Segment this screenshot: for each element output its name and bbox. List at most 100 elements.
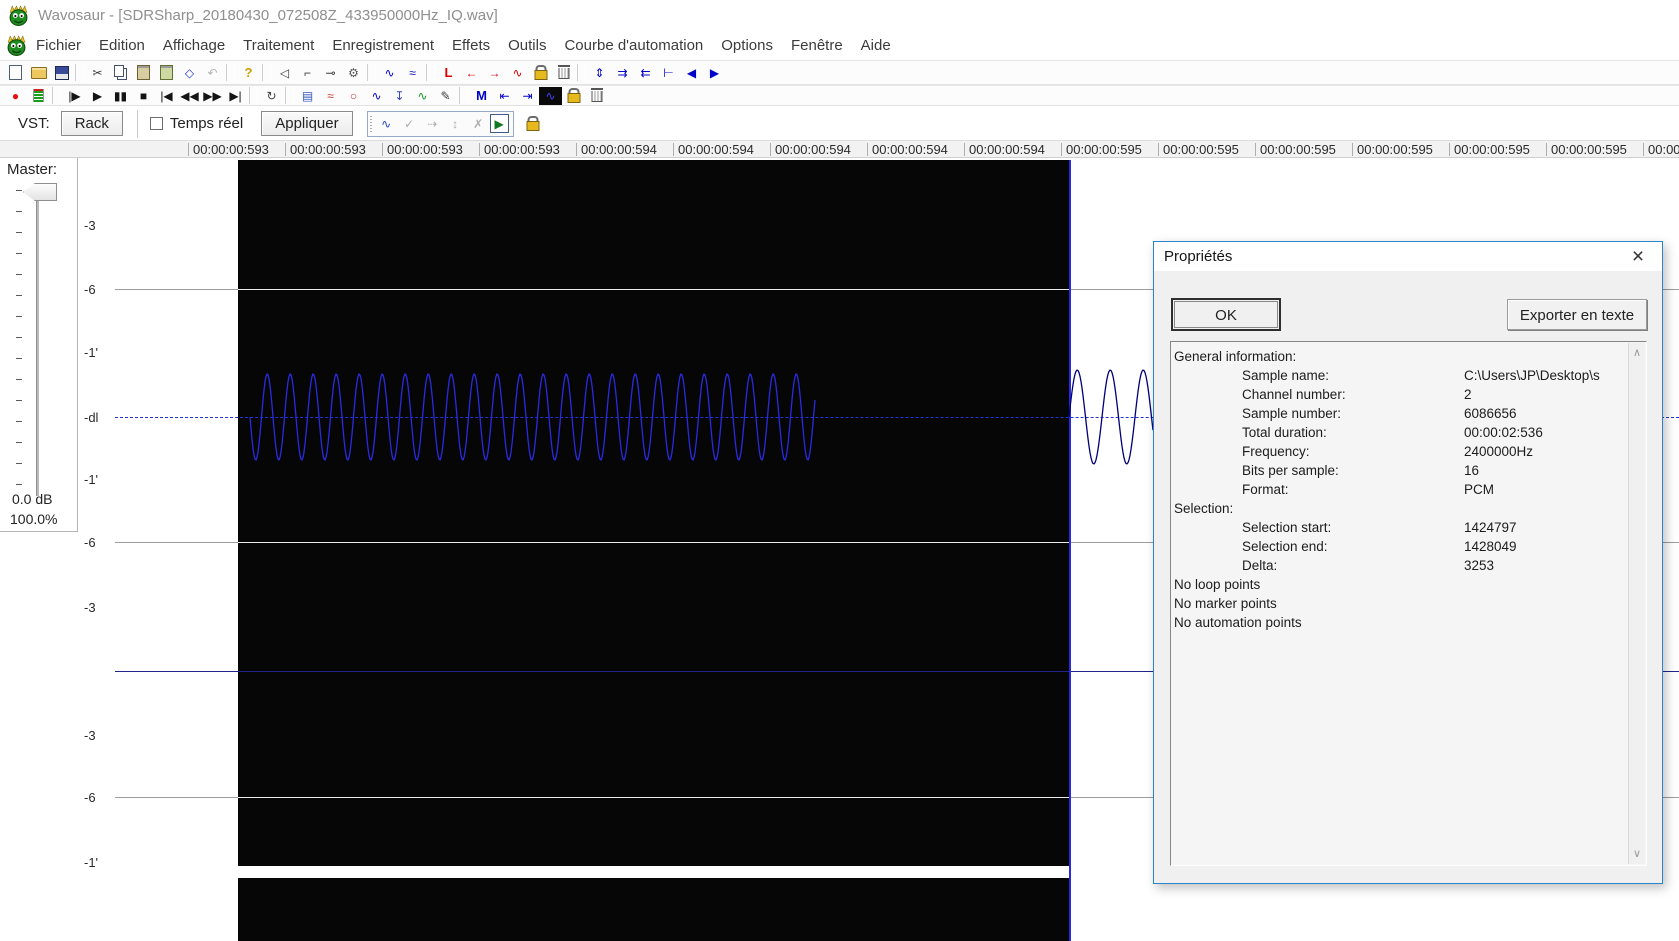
sample-props-icon[interactable]: ⊸ (319, 64, 342, 82)
ruler-label: 00:00:00:594 (867, 142, 948, 157)
automation-dashed-arrow-icon[interactable]: ⇢ (421, 115, 444, 133)
stop-icon[interactable]: ■ (132, 87, 155, 105)
automation-play-icon[interactable]: ▶ (489, 114, 509, 133)
rack-button[interactable]: Rack (60, 111, 123, 136)
waveform-tools-icon[interactable]: ∿ (365, 87, 388, 105)
delete-loop-icon[interactable] (552, 64, 575, 82)
draw-pencil-icon[interactable]: ✎ (434, 87, 457, 105)
play-from-cursor-icon[interactable]: |▶ (63, 87, 86, 105)
open-file-icon[interactable] (27, 64, 50, 82)
separator[interactable] (577, 64, 586, 81)
resample-icon[interactable]: ↧ (388, 87, 411, 105)
property-value: 1428049 (1464, 539, 1517, 554)
menu-edition[interactable]: Edition (90, 33, 154, 58)
go-start-icon[interactable]: |◀ (155, 87, 178, 105)
menu-enregistrement[interactable]: Enregistrement (323, 33, 443, 58)
waveform-select-icon[interactable]: ≈ (401, 64, 424, 82)
separator[interactable] (226, 64, 235, 81)
paste-icon[interactable] (132, 64, 155, 82)
menu-outils[interactable]: Outils (499, 33, 555, 58)
marker-wave-icon[interactable]: ∿ (539, 86, 562, 105)
selection-end-cursor[interactable] (1069, 160, 1071, 941)
pause-icon[interactable]: ▮▮ (109, 87, 132, 105)
crop-selection-icon[interactable]: ◇ (178, 64, 201, 82)
loop-right-icon[interactable]: → (483, 64, 506, 82)
document-logo-icon[interactable] (6, 34, 27, 56)
paste-special-icon[interactable] (155, 64, 178, 82)
prev-view-icon[interactable]: ◀ (680, 64, 703, 82)
loop-playback-icon[interactable]: ↻ (260, 87, 283, 105)
realtime-checkbox[interactable] (149, 117, 163, 130)
automation-scale-icon[interactable]: ↕ (444, 115, 467, 133)
wrench-icon[interactable]: ⚙ (342, 64, 365, 82)
separator[interactable] (262, 64, 271, 81)
speaker-icon[interactable]: ◁ (273, 64, 296, 82)
lock-loop-icon[interactable] (529, 65, 552, 81)
lock-automation-icon[interactable] (522, 116, 545, 132)
separator[interactable] (75, 64, 84, 81)
menu-effets[interactable]: Effets (443, 33, 499, 58)
menu-aide[interactable]: Aide (852, 33, 900, 58)
loop-wave-icon[interactable]: ∿ (506, 64, 529, 82)
undo-icon[interactable]: ↶ (201, 64, 224, 82)
menu-options[interactable]: Options (712, 33, 782, 58)
monitor-meter-icon[interactable] (27, 87, 50, 105)
selection-region[interactable] (238, 160, 1069, 941)
new-file-icon[interactable] (4, 64, 27, 82)
zoom-out-horizontal-icon[interactable]: ⇇ (634, 64, 657, 82)
export-text-button[interactable]: Exporter en texte (1507, 299, 1647, 330)
timeline-ruler[interactable]: 00:00:00:593 00:00:00:593 00:00:00:593 00:0… (0, 140, 1679, 158)
zoom-selection-icon[interactable]: ⊢ (657, 64, 680, 82)
next-view-icon[interactable]: ▶ (703, 64, 726, 82)
batch-processing-icon[interactable]: ▤ (296, 87, 319, 105)
play-icon[interactable]: ▶ (86, 87, 109, 105)
separator[interactable] (249, 87, 258, 104)
menu-fichier[interactable]: Fichier (27, 33, 90, 58)
apply-button[interactable]: Appliquer (261, 111, 353, 136)
delete-markers-icon[interactable] (585, 87, 608, 105)
rewind-icon[interactable]: ◀◀ (178, 87, 201, 105)
automation-curve-list-icon[interactable]: ∿ (411, 87, 434, 105)
connector-icon[interactable]: ⌐ (296, 64, 319, 82)
automation-delete-icon[interactable]: ✗ (467, 115, 490, 133)
volume-slider-thumb[interactable] (23, 183, 57, 201)
menu-courbe-automation[interactable]: Courbe d'automation (555, 33, 712, 58)
copy-icon[interactable] (109, 64, 132, 82)
analysis-curve-icon[interactable]: ≈ (319, 87, 342, 105)
lock-markers-icon[interactable] (562, 88, 585, 104)
loop-left-icon[interactable]: ← (460, 64, 483, 82)
separator[interactable] (52, 87, 61, 104)
dialog-scrollbar[interactable]: ∧ ∨ (1628, 343, 1645, 864)
separator[interactable] (459, 87, 468, 104)
ok-button[interactable]: OK (1171, 298, 1281, 331)
close-icon[interactable]: × (1625, 244, 1651, 270)
separator[interactable] (426, 64, 435, 81)
dialog-title-bar[interactable]: Propriétés (1154, 242, 1662, 271)
menu-traitement[interactable]: Traitement (234, 33, 323, 58)
separator[interactable] (367, 64, 376, 81)
scroll-up-icon[interactable]: ∧ (1629, 345, 1645, 361)
separator[interactable] (285, 87, 294, 104)
cut-icon[interactable]: ✂ (86, 64, 109, 82)
marker-next-icon[interactable]: ⇥ (516, 87, 539, 105)
dialog-title: Propriétés (1164, 248, 1233, 265)
go-end-icon[interactable]: ▶| (224, 87, 247, 105)
menu-fenetre[interactable]: Fenêtre (782, 33, 852, 58)
record-icon[interactable]: ● (4, 87, 27, 105)
zoom-vertical-icon[interactable]: ⇕ (588, 64, 611, 82)
save-file-icon[interactable] (50, 64, 73, 82)
loop-point-icon[interactable]: L (437, 64, 460, 82)
menu-affichage[interactable]: Affichage (154, 33, 234, 58)
automation-apply-icon[interactable]: ✓ (398, 115, 421, 133)
scroll-down-icon[interactable]: ∨ (1629, 846, 1645, 862)
notes-bubble-icon[interactable]: ○ (342, 87, 365, 105)
zoom-in-horizontal-icon[interactable]: ⇉ (611, 64, 634, 82)
property-value: 6086656 (1464, 406, 1517, 421)
volume-slider-track[interactable] (36, 188, 39, 496)
marker-prev-icon[interactable]: ⇤ (493, 87, 516, 105)
automation-nodes-icon[interactable]: ∿ (375, 115, 398, 133)
forward-icon[interactable]: ▶▶ (201, 87, 224, 105)
marker-icon[interactable]: M (470, 87, 493, 105)
help-icon[interactable]: ? (237, 64, 260, 82)
waveform-vertical-zoom-icon[interactable]: ∿ (378, 64, 401, 82)
